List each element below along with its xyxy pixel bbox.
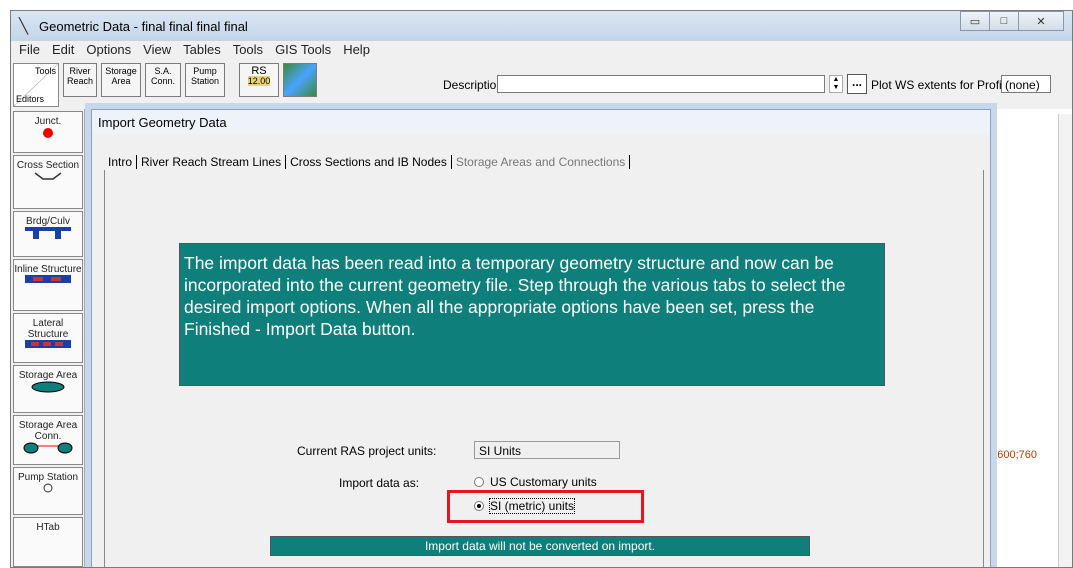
tools-label: Tools [34,66,56,76]
palette-cross-section-label: Cross Section [16,160,80,171]
lateral-structure-icon [25,340,71,348]
close-button[interactable]: ✕ [1018,11,1064,31]
palette-storage-area-conn[interactable]: Storage Area Conn. [13,415,83,465]
palette-pump-station[interactable]: Pump Station [13,467,83,515]
palette-htab-label: HTab [36,522,60,533]
tab-river-reach-stream-lines[interactable]: River Reach Stream Lines [137,155,287,169]
menu-gis-tools[interactable]: GIS Tools [275,42,331,60]
menu-file[interactable]: File [19,42,40,60]
menu-edit[interactable]: Edit [52,42,74,60]
editor-palette: Junct. Cross Section Brdg/Culv Inline St… [11,109,85,567]
inline-structure-icon [25,275,71,283]
menu-help[interactable]: Help [343,42,370,60]
radio-us-customary-label: US Customary units [490,475,597,489]
tab-intro[interactable]: Intro [104,155,138,169]
app-icon: ╲ [19,18,29,35]
canvas-station-label: 05600;760 [985,449,1037,461]
storage-area-icon [31,381,65,393]
import-as-label: Import data as: [339,476,420,490]
tools-editors-toggle[interactable]: Tools Editors [13,63,59,107]
description-browse-button[interactable]: ... [847,74,867,94]
pump-station-label: Pump Station [190,66,220,86]
palette-storage-area[interactable]: Storage Area [13,365,83,413]
plot-ws-select[interactable]: (none) [1001,75,1051,93]
menu-view[interactable]: View [143,42,171,60]
junction-icon [43,128,53,138]
pump-icon [43,483,53,493]
pump-station-button[interactable]: Pump Station [185,63,225,97]
description-input[interactable] [497,75,825,93]
import-geometry-dialog: Import Geometry Data Intro River Reach S… [91,109,991,567]
rs-value: 12.00 [247,76,271,86]
palette-junct[interactable]: Junct. [13,111,83,153]
palette-pump-station-label: Pump Station [17,472,79,483]
palette-junct-label: Junct. [34,116,62,127]
bridge-icon [25,227,71,239]
menu-options[interactable]: Options [86,42,131,60]
palette-cross-section[interactable]: Cross Section [13,155,83,209]
maximize-button[interactable]: □ [989,11,1019,31]
sa-conn-button[interactable]: S.A. Conn. [145,63,181,97]
river-reach-button[interactable]: River Reach [63,63,97,97]
menu-tools[interactable]: Tools [233,42,263,60]
geometric-data-window: ╲ Geometric Data - final final final fin… [10,10,1073,568]
storage-area-conn-icon [23,442,73,454]
palette-inline-structure-label: Inline Structure [14,264,82,275]
storage-area-button[interactable]: Storage Area [101,63,141,97]
toolbar: Tools Editors River Reach Storage Area S… [11,61,1072,107]
title-bar: ╲ Geometric Data - final final final fin… [11,11,1072,41]
highlight-box [447,490,644,523]
palette-inline-structure[interactable]: Inline Structure [13,259,83,311]
tab-cross-sections-ib-nodes[interactable]: Cross Sections and IB Nodes [286,155,452,169]
radio-us-customary-dot[interactable] [474,477,484,487]
menu-bar: File Edit Options View Tables Tools GIS … [11,42,1072,60]
radio-us-customary[interactable]: US Customary units [474,475,597,489]
cross-section-icon [34,172,62,180]
description-spinner-icon[interactable]: ▲ ▼ [829,75,843,93]
palette-brdg-culv-label: Brdg/Culv [26,216,70,227]
palette-lateral-structure[interactable]: Lateral Structure [13,313,83,363]
river-reach-label: River Reach [66,66,93,86]
palette-htab[interactable]: HTab [13,517,83,567]
editors-label: Editors [16,94,45,104]
palette-storage-area-conn-label: Storage Area Conn. [18,420,78,442]
current-units-field: SI Units [474,441,620,459]
import-info-text: The import data has been read into a tem… [179,243,885,386]
gis-map-icon[interactable] [283,63,317,97]
current-units-label: Current RAS project units: [297,444,437,458]
minimize-button[interactable]: ▭ [960,11,990,31]
window-controls: ▭ □ ✕ [960,11,1064,31]
rs-button[interactable]: RS 12.00 [239,63,279,97]
palette-storage-area-label: Storage Area [18,370,78,381]
sa-conn-label: S.A. Conn. [150,66,176,86]
window-title: Geometric Data - final final final final [39,19,248,34]
tab-storage-areas-connections: Storage Areas and Connections [452,155,631,169]
menu-tables[interactable]: Tables [183,42,221,60]
dialog-title: Import Geometry Data [92,110,990,134]
vertical-scrollbar[interactable] [1058,114,1072,567]
palette-brdg-culv[interactable]: Brdg/Culv [13,211,83,257]
conversion-message: Import data will not be converted on imp… [270,536,810,556]
plot-ws-label: Plot WS extents for Profile: [871,78,1015,92]
palette-lateral-structure-label: Lateral Structure [27,318,69,340]
import-tabs: Intro River Reach Stream Lines Cross Sec… [104,155,631,169]
storage-area-label: Storage Area [105,66,137,86]
